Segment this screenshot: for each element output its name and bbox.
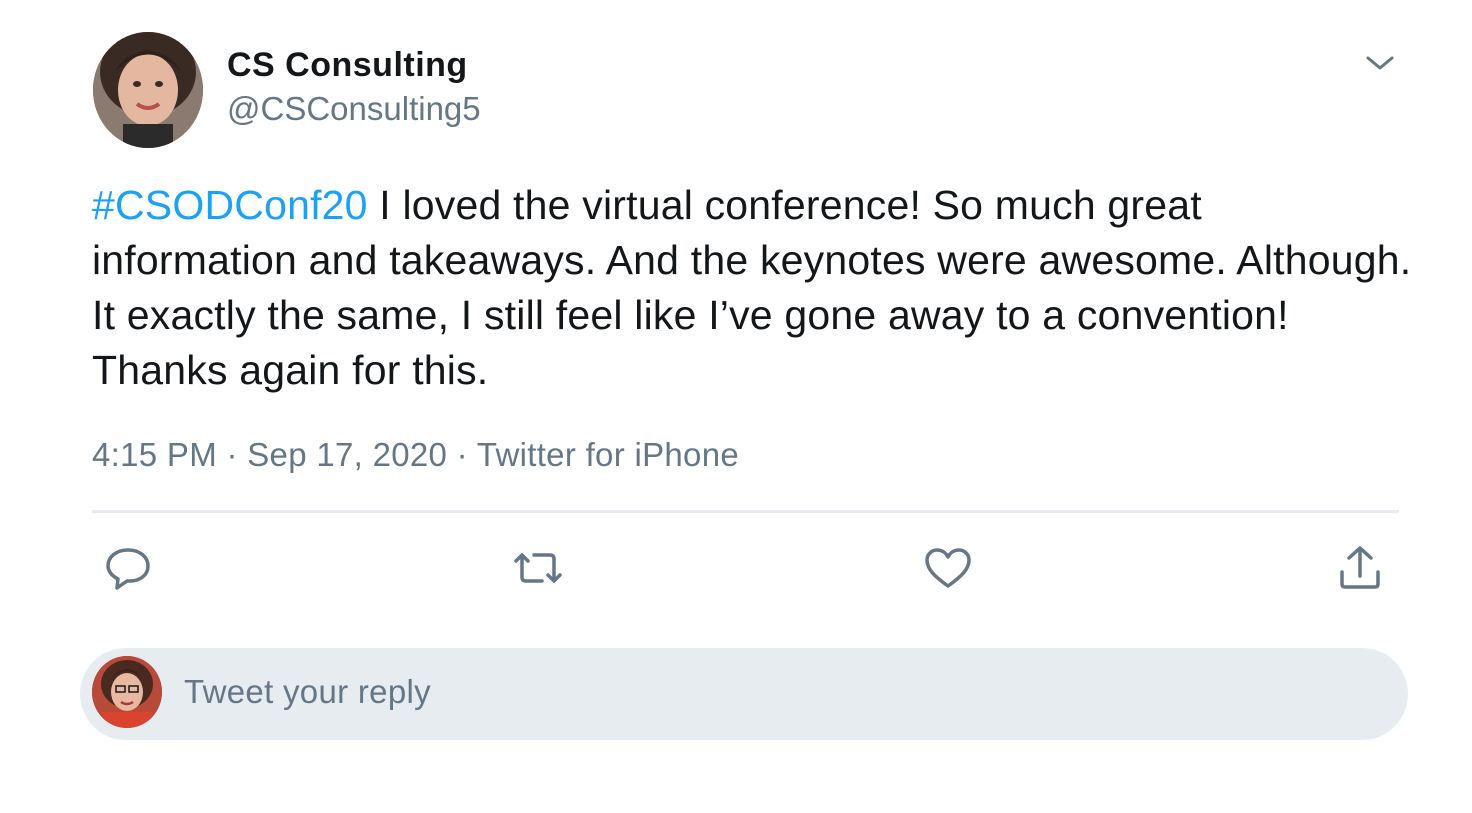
tweet-source[interactable]: Twitter for iPhone	[477, 436, 739, 473]
tweet-body: #CSODConf20 I loved the virtual conferen…	[92, 178, 1412, 398]
like-button[interactable]	[918, 540, 978, 600]
reply-button[interactable]	[98, 540, 158, 600]
heart-outline-icon	[922, 545, 974, 596]
share-upload-icon	[1335, 544, 1385, 597]
comment-bubble-icon	[103, 545, 153, 596]
share-button[interactable]	[1330, 540, 1390, 600]
tweet-date[interactable]: Sep 17, 2020	[247, 436, 447, 473]
retweet-arrows-icon	[510, 545, 566, 596]
hashtag-link[interactable]: #CSODConf20	[92, 182, 368, 228]
chevron-down-icon[interactable]	[1362, 48, 1398, 78]
author-handle[interactable]: @CSConsulting5	[227, 90, 481, 128]
tweet-time[interactable]: 4:15 PM	[92, 436, 217, 473]
tweet-card: CS Consulting @CSConsulting5 #CSODConf20…	[0, 0, 1472, 813]
retweet-button[interactable]	[508, 540, 568, 600]
tweet-metadata: 4:15 PM · Sep 17, 2020 · Twitter for iPh…	[92, 436, 739, 474]
meta-separator: ·	[217, 436, 248, 473]
author-display-name[interactable]: CS Consulting	[227, 46, 468, 85]
reply-input[interactable]	[184, 670, 1364, 714]
author-avatar[interactable]	[93, 32, 203, 148]
meta-separator: ·	[447, 436, 477, 473]
divider	[92, 510, 1399, 513]
current-user-avatar[interactable]	[92, 656, 162, 728]
